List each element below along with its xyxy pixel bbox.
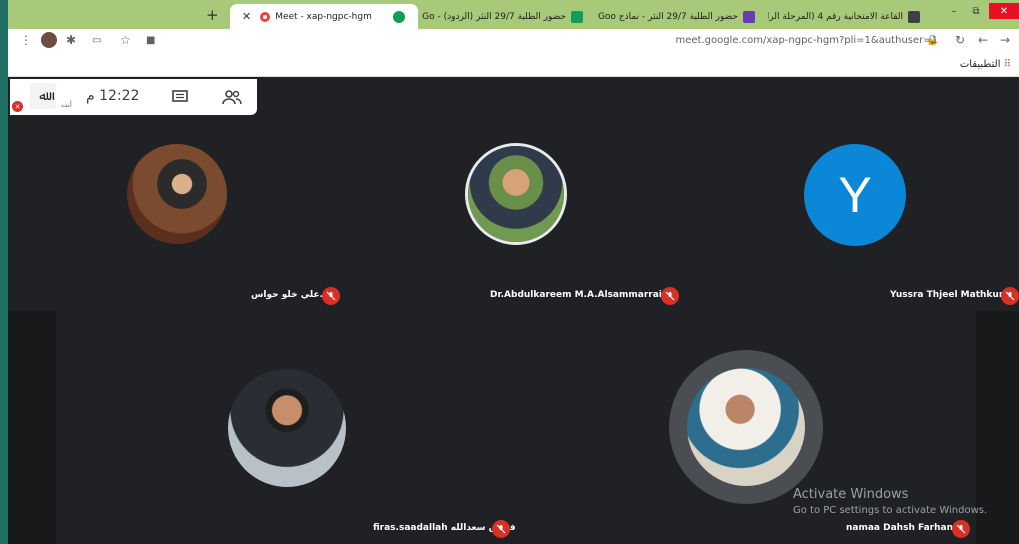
- reload-icon[interactable]: ↻: [955, 33, 965, 47]
- mic-muted-icon: [661, 287, 679, 305]
- sheets-icon: [571, 10, 583, 23]
- apps-grid-icon: ⠿: [1003, 59, 1011, 70]
- meet-icon: [393, 10, 405, 23]
- restore-window-button[interactable]: ⧉: [965, 3, 987, 19]
- tab-label: القاعة الامتحانية رقم 4 (المرحلة الرا: [768, 11, 903, 22]
- classroom-icon: [908, 10, 920, 23]
- avatar-letter: Y: [838, 167, 872, 223]
- tab-label: حضور الطلبة 29/7 النثر (الردود) - Go: [422, 11, 566, 22]
- self-mic-muted-icon: ✕: [12, 101, 23, 112]
- participant-name: Dr.Abdulkareem M.A.Alsammarraie: [490, 290, 668, 300]
- self-thumbnail: ﷲ: [30, 83, 56, 109]
- screen: ✕ ⧉ – القاعة الامتحانية رقم 4 (المرحلة ا…: [8, 0, 1019, 544]
- address-bar[interactable]: meet.google.com/xap-ngpc-hgm?pli=1&authu…: [608, 35, 938, 46]
- participant-name: Yussra Thjeel Mathkur: [890, 290, 1004, 300]
- avatar-abdulkareem: [468, 146, 564, 242]
- forms-icon: [743, 10, 755, 23]
- apps-bookmark[interactable]: ⠿ التطبيقات: [960, 59, 1011, 70]
- avatar-yussra: Y: [804, 144, 906, 246]
- tab-exam-room[interactable]: القاعة الامتحانية رقم 4 (المرحلة الرا ✕: [768, 4, 933, 29]
- bookmarks-bar: ⠿ التطبيقات: [8, 54, 1019, 77]
- activate-windows-subtitle: Go to PC settings to activate Windows.: [793, 505, 988, 516]
- mic-muted-icon: [952, 520, 970, 538]
- puzzle-icon[interactable]: ✱: [66, 33, 76, 47]
- meet-stage: 12:22 م ﷲ أنت ✕ ا.د.علي خلو حواس Dr.Abdu…: [8, 77, 1019, 544]
- browser-toolbar: ← → ↻ 🔒 meet.google.com/xap-ngpc-hgm?pli…: [8, 29, 1019, 54]
- new-tab-button[interactable]: +: [206, 6, 219, 24]
- minimize-window-button[interactable]: –: [943, 3, 965, 19]
- self-label: أنت: [61, 101, 72, 109]
- camera-icon[interactable]: ■: [146, 35, 155, 46]
- tab-label: Meet - xap-ngpc-hgm: [275, 11, 372, 22]
- menu-icon[interactable]: ⋮: [20, 33, 32, 47]
- avatar-ali: [127, 144, 227, 244]
- tab-attendance-form[interactable]: حضور الطلبة 29/7 النثر - نماذج Goo ✕: [598, 4, 768, 29]
- extension-icon[interactable]: ▭: [92, 35, 101, 46]
- forward-arrow-icon[interactable]: →: [1000, 33, 1010, 47]
- tab-attendance-sheet[interactable]: حضور الطلبة 29/7 النثر (الردود) - Go ✕: [418, 4, 596, 29]
- star-icon[interactable]: ☆: [120, 33, 131, 47]
- people-icon[interactable]: [222, 89, 242, 105]
- chat-icon[interactable]: [172, 90, 188, 104]
- recording-icon: [260, 11, 271, 22]
- tab-meet[interactable]: ✕ Meet - xap-ngpc-hgm: [230, 4, 418, 29]
- avatar-firas: [228, 369, 346, 487]
- activate-windows-title: Activate Windows: [793, 487, 909, 502]
- mic-muted-icon: [1001, 287, 1019, 305]
- avatar-namaa: [687, 368, 805, 486]
- meeting-clock: 12:22 م: [86, 88, 140, 104]
- meeting-info-panel: 12:22 م ﷲ أنت ✕: [10, 79, 257, 115]
- tab-label: حضور الطلبة 29/7 النثر - نماذج Goo: [598, 11, 738, 22]
- apps-label: التطبيقات: [959, 59, 1001, 70]
- close-icon[interactable]: ✕: [242, 10, 251, 23]
- profile-avatar[interactable]: [41, 32, 57, 48]
- participant-name: namaa Dahsh Farhan: [846, 523, 954, 533]
- close-window-button[interactable]: ✕: [989, 3, 1019, 19]
- mic-muted-icon: [492, 520, 510, 538]
- tile-edge-left: [8, 311, 56, 544]
- back-arrow-icon[interactable]: ←: [978, 33, 988, 47]
- mic-muted-icon: [322, 287, 340, 305]
- tab-strip: ✕ ⧉ – القاعة الامتحانية رقم 4 (المرحلة ا…: [8, 0, 1019, 29]
